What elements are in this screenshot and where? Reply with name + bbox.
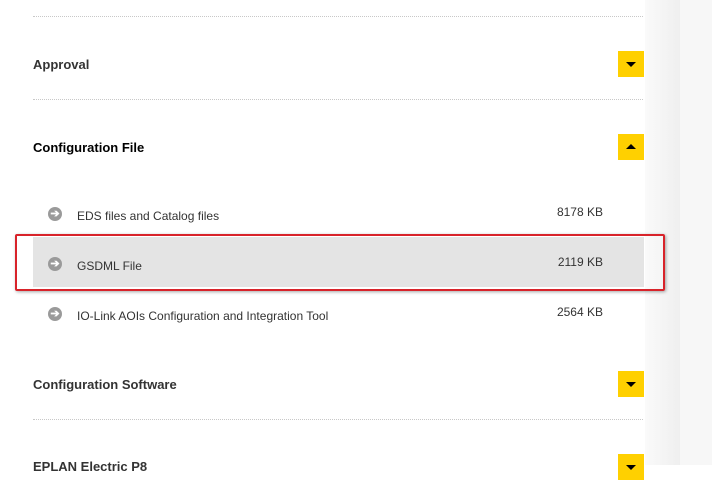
file-name[interactable]: EDS files and Catalog files	[77, 209, 219, 223]
section-title-eplan-electric-p8[interactable]: EPLAN Electric P8	[33, 459, 147, 474]
file-name[interactable]: IO-Link AOIs Configuration and Integrati…	[77, 309, 328, 323]
file-name[interactable]: GSDML File	[77, 259, 142, 273]
section-title-configuration-software[interactable]: Configuration Software	[33, 377, 177, 392]
divider	[33, 99, 643, 100]
file-row-gsdml-file[interactable]: ➔ GSDML File 2119 KB	[33, 237, 644, 287]
file-row-io-link-aois[interactable]: ➔ IO-Link AOIs Configuration and Integra…	[33, 287, 644, 337]
scrollbar-track[interactable]	[680, 0, 712, 465]
divider	[33, 16, 643, 17]
expand-toggle-configuration-software[interactable]	[618, 371, 644, 397]
chevron-down-icon	[626, 382, 636, 387]
collapse-toggle-configuration-file[interactable]	[618, 134, 644, 160]
chevron-down-icon	[626, 62, 636, 67]
file-size: 8178 KB	[556, 205, 603, 219]
file-size: 2119 KB	[557, 255, 603, 269]
arrow-right-circle-icon: ➔	[48, 207, 62, 221]
section-title-approval[interactable]: Approval	[33, 57, 89, 72]
arrow-right-circle-icon: ➔	[48, 257, 62, 271]
chevron-down-icon	[626, 465, 636, 470]
page-right-gutter	[645, 0, 680, 465]
file-list: ➔ EDS files and Catalog files 8178 KB ➔ …	[33, 187, 644, 337]
divider	[33, 419, 643, 420]
section-title-configuration-file[interactable]: Configuration File	[33, 140, 144, 155]
arrow-right-circle-icon: ➔	[48, 307, 62, 321]
chevron-up-icon	[626, 144, 636, 149]
file-size: 2564 KB	[556, 305, 603, 319]
file-row-eds-files[interactable]: ➔ EDS files and Catalog files 8178 KB	[33, 187, 644, 237]
expand-toggle-eplan-electric-p8[interactable]	[618, 454, 644, 480]
expand-toggle-approval[interactable]	[618, 51, 644, 77]
